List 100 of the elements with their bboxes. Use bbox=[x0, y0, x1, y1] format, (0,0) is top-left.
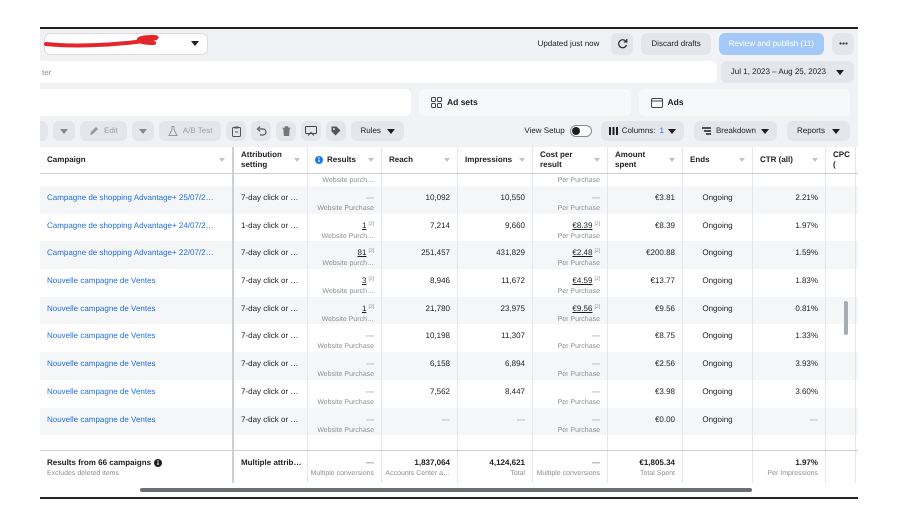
metric-value[interactable]: 3 bbox=[362, 275, 366, 288]
summary-value: Multiple attrib… bbox=[241, 457, 302, 469]
table-cell: 7-day click or … bbox=[241, 358, 298, 370]
table-cell: 3.93% bbox=[795, 358, 818, 370]
sort-caret-icon bbox=[812, 158, 818, 162]
summary-value: 1.97% bbox=[795, 457, 818, 469]
rules-button[interactable]: Rules bbox=[351, 121, 404, 141]
column-header[interactable]: Cost per result bbox=[540, 150, 590, 170]
rectangle-icon bbox=[650, 98, 662, 108]
search-field[interactable]: ter bbox=[40, 61, 717, 83]
dropdown-button[interactable] bbox=[132, 121, 154, 141]
table-cell: 7-day click or … bbox=[241, 386, 298, 398]
table-cell: 2.21% bbox=[795, 192, 818, 204]
duplicate-button[interactable] bbox=[226, 121, 246, 141]
sort-caret-icon bbox=[368, 158, 374, 162]
column-header[interactable]: Reach bbox=[389, 155, 440, 165]
table-cell: 9,660 bbox=[504, 220, 525, 232]
date-range-button[interactable]: Jul 1, 2023 – Aug 25, 2023 bbox=[720, 61, 854, 83]
table-cell: €8.75 bbox=[654, 330, 675, 342]
table-cell: 7-day click or … bbox=[241, 247, 298, 260]
chart-button[interactable] bbox=[301, 121, 322, 141]
caret-icon bbox=[760, 128, 769, 134]
tab[interactable]: Ads bbox=[638, 89, 850, 116]
refresh-icon bbox=[616, 38, 628, 49]
sort-caret-icon bbox=[519, 158, 525, 162]
column-header[interactable]: Ends bbox=[690, 155, 735, 165]
column-header[interactable]: Results bbox=[327, 155, 364, 165]
metric-value[interactable]: 81 bbox=[358, 247, 366, 260]
campaign-link[interactable]: Campagne de shopping Advantage+ 22/07/2… bbox=[47, 247, 214, 260]
table-cell: 6,894 bbox=[504, 358, 525, 370]
campaign-link[interactable]: Nouvelle campagne de Ventes bbox=[47, 358, 156, 370]
table-cell: €2.56 bbox=[654, 358, 675, 370]
table-cell: €3.98 bbox=[654, 386, 675, 398]
breakdown-icon bbox=[702, 127, 711, 135]
metric-value: — bbox=[592, 192, 600, 204]
campaign-link[interactable]: Campagne de shopping Advantage+ 25/07/2… bbox=[47, 192, 214, 204]
metric-value[interactable]: €2.48 bbox=[572, 247, 592, 260]
table-cell: 3.60% bbox=[795, 386, 818, 398]
summary-value: 1,837,064 bbox=[414, 457, 450, 469]
column-header[interactable]: Impressions bbox=[465, 155, 515, 165]
undo-button[interactable] bbox=[251, 121, 272, 141]
campaign-link[interactable]: Campagne de shopping Advantage+ 24/07/2… bbox=[47, 220, 214, 232]
summary-value: — bbox=[366, 457, 374, 469]
columns-icon bbox=[608, 127, 618, 135]
metric-value: — bbox=[366, 358, 374, 370]
more-button[interactable] bbox=[832, 32, 854, 54]
summary-value: €1,805.34 bbox=[639, 457, 675, 469]
table-cell: 1.59% bbox=[795, 247, 818, 260]
table-cell: 11,307 bbox=[501, 330, 525, 342]
discard-button[interactable]: Discard drafts bbox=[641, 32, 711, 54]
campaign-link[interactable]: Nouvelle campagne de Ventes bbox=[47, 302, 156, 315]
dropdown-button[interactable] bbox=[53, 121, 75, 141]
columns-button[interactable]: Columns: 1 bbox=[600, 121, 684, 141]
refresh-button[interactable] bbox=[611, 32, 634, 54]
metric-value[interactable]: 1 bbox=[362, 302, 366, 315]
breakdown-button[interactable]: Breakdown bbox=[694, 121, 777, 141]
sort-caret-icon bbox=[669, 158, 675, 162]
campaign-link[interactable]: Nouvelle campagne de Ventes bbox=[47, 330, 156, 342]
metric-value[interactable]: 1 bbox=[362, 220, 366, 232]
view-setup-label: View Setup bbox=[524, 125, 565, 137]
horizontal-scrollbar[interactable] bbox=[140, 488, 752, 492]
table-cell: — bbox=[810, 414, 818, 426]
metric-value: — bbox=[366, 414, 374, 426]
view-setup-toggle[interactable] bbox=[570, 125, 592, 137]
tag-button[interactable] bbox=[326, 121, 346, 141]
tab[interactable]: Ad sets bbox=[419, 89, 630, 116]
campaign-link[interactable]: Nouvelle campagne de Ventes bbox=[47, 386, 156, 398]
table-cell: €3.81 bbox=[654, 192, 675, 204]
status-text: Ongoing bbox=[702, 330, 733, 342]
table-cell: 7,562 bbox=[430, 386, 450, 398]
table-cell: 10,198 bbox=[426, 330, 450, 342]
column-header[interactable]: Campaign bbox=[47, 155, 215, 165]
metric-value[interactable]: €9.56 bbox=[572, 302, 592, 315]
table-cell: 1.33% bbox=[795, 330, 818, 342]
metric-value[interactable]: €8.39 bbox=[572, 220, 592, 232]
status-text: Ongoing bbox=[702, 358, 733, 370]
caret-icon bbox=[668, 128, 676, 134]
caret-icon bbox=[191, 41, 199, 46]
campaign-link[interactable]: Nouvelle campagne de Ventes bbox=[47, 275, 156, 288]
status-text: Updated just now bbox=[538, 38, 600, 50]
campaign-link[interactable]: Nouvelle campagne de Ventes bbox=[47, 414, 156, 426]
column-header[interactable]: CPC ( bbox=[833, 150, 850, 170]
column-header[interactable]: CTR (all) bbox=[760, 155, 808, 165]
status-text: Ongoing bbox=[702, 414, 733, 426]
table-cell: 1-day click or … bbox=[241, 220, 298, 232]
column-header[interactable]: Amount spent bbox=[615, 150, 665, 170]
table-cell: €200.88 bbox=[646, 247, 675, 260]
delete-button[interactable] bbox=[276, 121, 296, 141]
table-cell: 7,214 bbox=[430, 220, 450, 232]
column-header[interactable]: Attribution setting bbox=[241, 150, 290, 170]
table-cell: €9.56 bbox=[654, 302, 675, 315]
table-cell: 1.83% bbox=[795, 275, 818, 288]
vertical-scrollbar[interactable] bbox=[844, 301, 848, 335]
status-text: Ongoing bbox=[702, 192, 733, 204]
caret-icon bbox=[832, 128, 840, 134]
table-cell: 7-day click or … bbox=[241, 330, 298, 342]
reports-button[interactable]: Reports bbox=[786, 121, 850, 141]
table-cell: €0.00 bbox=[654, 414, 675, 426]
metric-value[interactable]: €4.59 bbox=[572, 275, 592, 288]
table-cell: 7-day click or … bbox=[241, 275, 298, 288]
